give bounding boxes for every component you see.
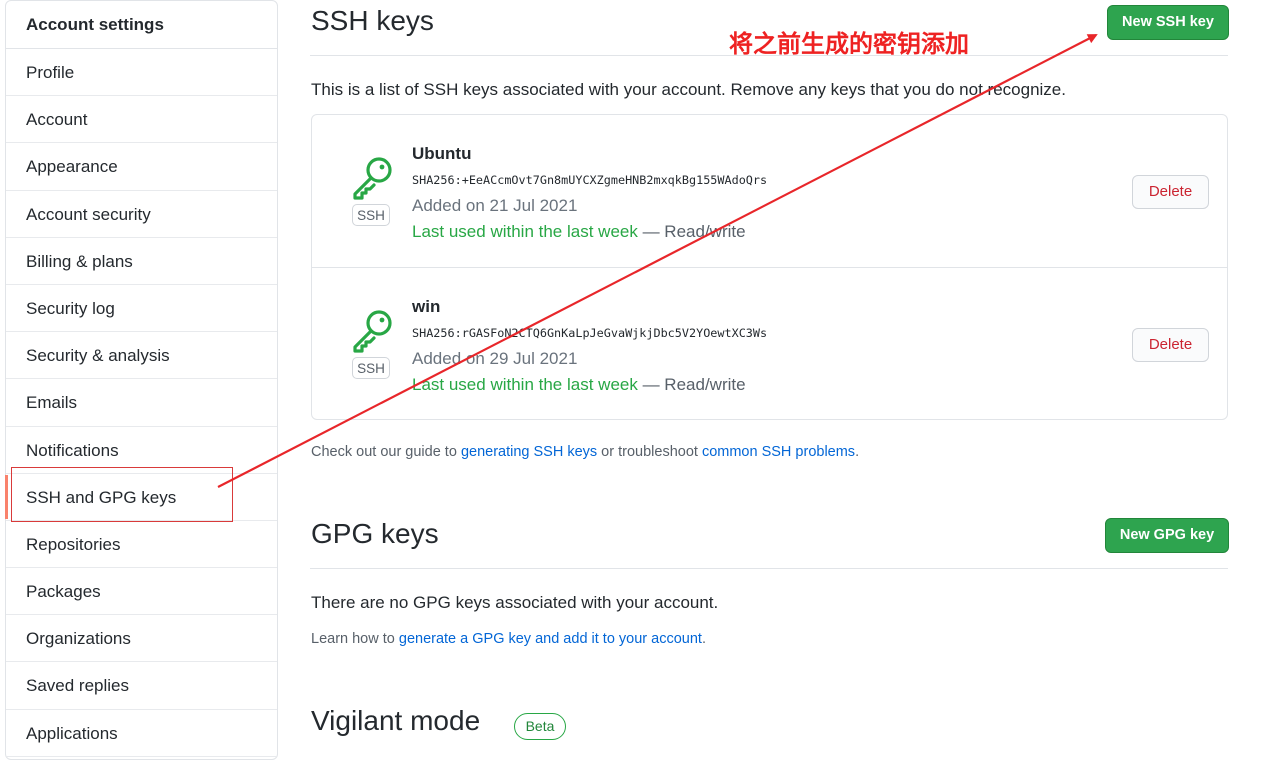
vigilant-mode-title: Vigilant mode — [311, 705, 481, 737]
guide-suffix: . — [855, 444, 860, 460]
ssh-key-fingerprint: SHA256:rGASFoN2CTQ6GnKaLpJeGvaWjkjDbc5V2… — [412, 326, 768, 340]
ssh-key-access: — Read/write — [637, 375, 746, 394]
generate-gpg-key-link[interactable]: generate a GPG key and add it to your ac… — [399, 631, 702, 647]
sidebar-item-saved-replies[interactable]: Saved replies — [6, 662, 277, 710]
ssh-key-name: win — [412, 297, 441, 316]
learn-prefix: Learn how to — [311, 631, 399, 647]
ssh-key-item: SSH Ubuntu SHA256:+EeACcmOvt7Gn8mUYCXZgm… — [312, 115, 1227, 267]
sidebar-item-profile[interactable]: Profile — [6, 49, 277, 97]
sidebar-item-security-analysis[interactable]: Security & analysis — [6, 332, 277, 380]
sidebar-item-notifications[interactable]: Notifications — [6, 427, 277, 474]
new-gpg-key-button[interactable]: New GPG key — [1105, 518, 1229, 553]
generating-ssh-keys-link[interactable]: generating SSH keys — [461, 444, 597, 460]
ssh-description: This is a list of SSH keys associated wi… — [311, 80, 1066, 99]
new-ssh-key-button[interactable]: New SSH key — [1107, 5, 1229, 40]
settings-sidebar: Account settings Profile Account Appeara… — [5, 0, 278, 760]
sidebar-item-applications[interactable]: Applications — [6, 710, 277, 757]
sidebar-item-billing[interactable]: Billing & plans — [6, 238, 277, 285]
ssh-type-badge: SSH — [352, 357, 390, 379]
ssh-key-usage: Last used within the last week — Read/wr… — [412, 222, 746, 242]
key-icon — [353, 310, 392, 353]
annotation-text: 将之前生成的密钥添加 — [729, 30, 969, 58]
sidebar-item-ssh-gpg-keys[interactable]: SSH and GPG keys — [5, 474, 277, 521]
ssh-keys-title: SSH keys — [311, 5, 434, 37]
delete-ssh-key-button[interactable]: Delete — [1132, 328, 1209, 362]
guide-middle: or troubleshoot — [597, 444, 702, 460]
learn-suffix: . — [701, 631, 706, 647]
sidebar-item-packages[interactable]: Packages — [6, 568, 277, 616]
sidebar-header: Account settings — [6, 1, 277, 49]
sidebar-item-security-log[interactable]: Security log — [6, 285, 277, 333]
delete-ssh-key-button[interactable]: Delete — [1132, 175, 1209, 209]
guide-prefix: Check out our guide to — [311, 444, 461, 460]
common-ssh-problems-link[interactable]: common SSH problems — [702, 444, 855, 460]
ssh-key-access: — Read/write — [637, 222, 746, 241]
gpg-learn-text: Learn how to generate a GPG key and add … — [311, 631, 706, 647]
gpg-section-divider — [310, 568, 1228, 569]
sidebar-item-organizations[interactable]: Organizations — [6, 615, 277, 663]
beta-badge: Beta — [514, 713, 566, 740]
ssh-key-name: Ubuntu — [412, 144, 472, 163]
ssh-key-added-date: Added on 21 Jul 2021 — [412, 196, 578, 215]
sidebar-item-repositories[interactable]: Repositories — [6, 521, 277, 569]
ssh-type-badge: SSH — [352, 204, 390, 226]
ssh-key-last-used: Last used within the last week — [412, 375, 638, 394]
ssh-key-item: SSH win SHA256:rGASFoN2CTQ6GnKaLpJeGvaWj… — [312, 267, 1227, 420]
sidebar-item-account-security[interactable]: Account security — [6, 191, 277, 238]
ssh-key-fingerprint: SHA256:+EeACcmOvt7Gn8mUYCXZgmeHNB2mxqkBg… — [412, 173, 768, 187]
ssh-key-usage: Last used within the last week — Read/wr… — [412, 375, 746, 395]
ssh-key-last-used: Last used within the last week — [412, 222, 638, 241]
gpg-empty-text: There are no GPG keys associated with yo… — [311, 593, 719, 612]
ssh-keys-list: SSH Ubuntu SHA256:+EeACcmOvt7Gn8mUYCXZgm… — [311, 114, 1228, 420]
key-icon — [353, 157, 392, 200]
sidebar-item-account[interactable]: Account — [6, 96, 277, 144]
ssh-guide-text: Check out our guide to generating SSH ke… — [311, 444, 859, 460]
gpg-keys-title: GPG keys — [311, 518, 439, 550]
sidebar-item-appearance[interactable]: Appearance — [6, 143, 277, 191]
ssh-key-added-date: Added on 29 Jul 2021 — [412, 349, 578, 368]
sidebar-item-emails[interactable]: Emails — [6, 379, 277, 427]
